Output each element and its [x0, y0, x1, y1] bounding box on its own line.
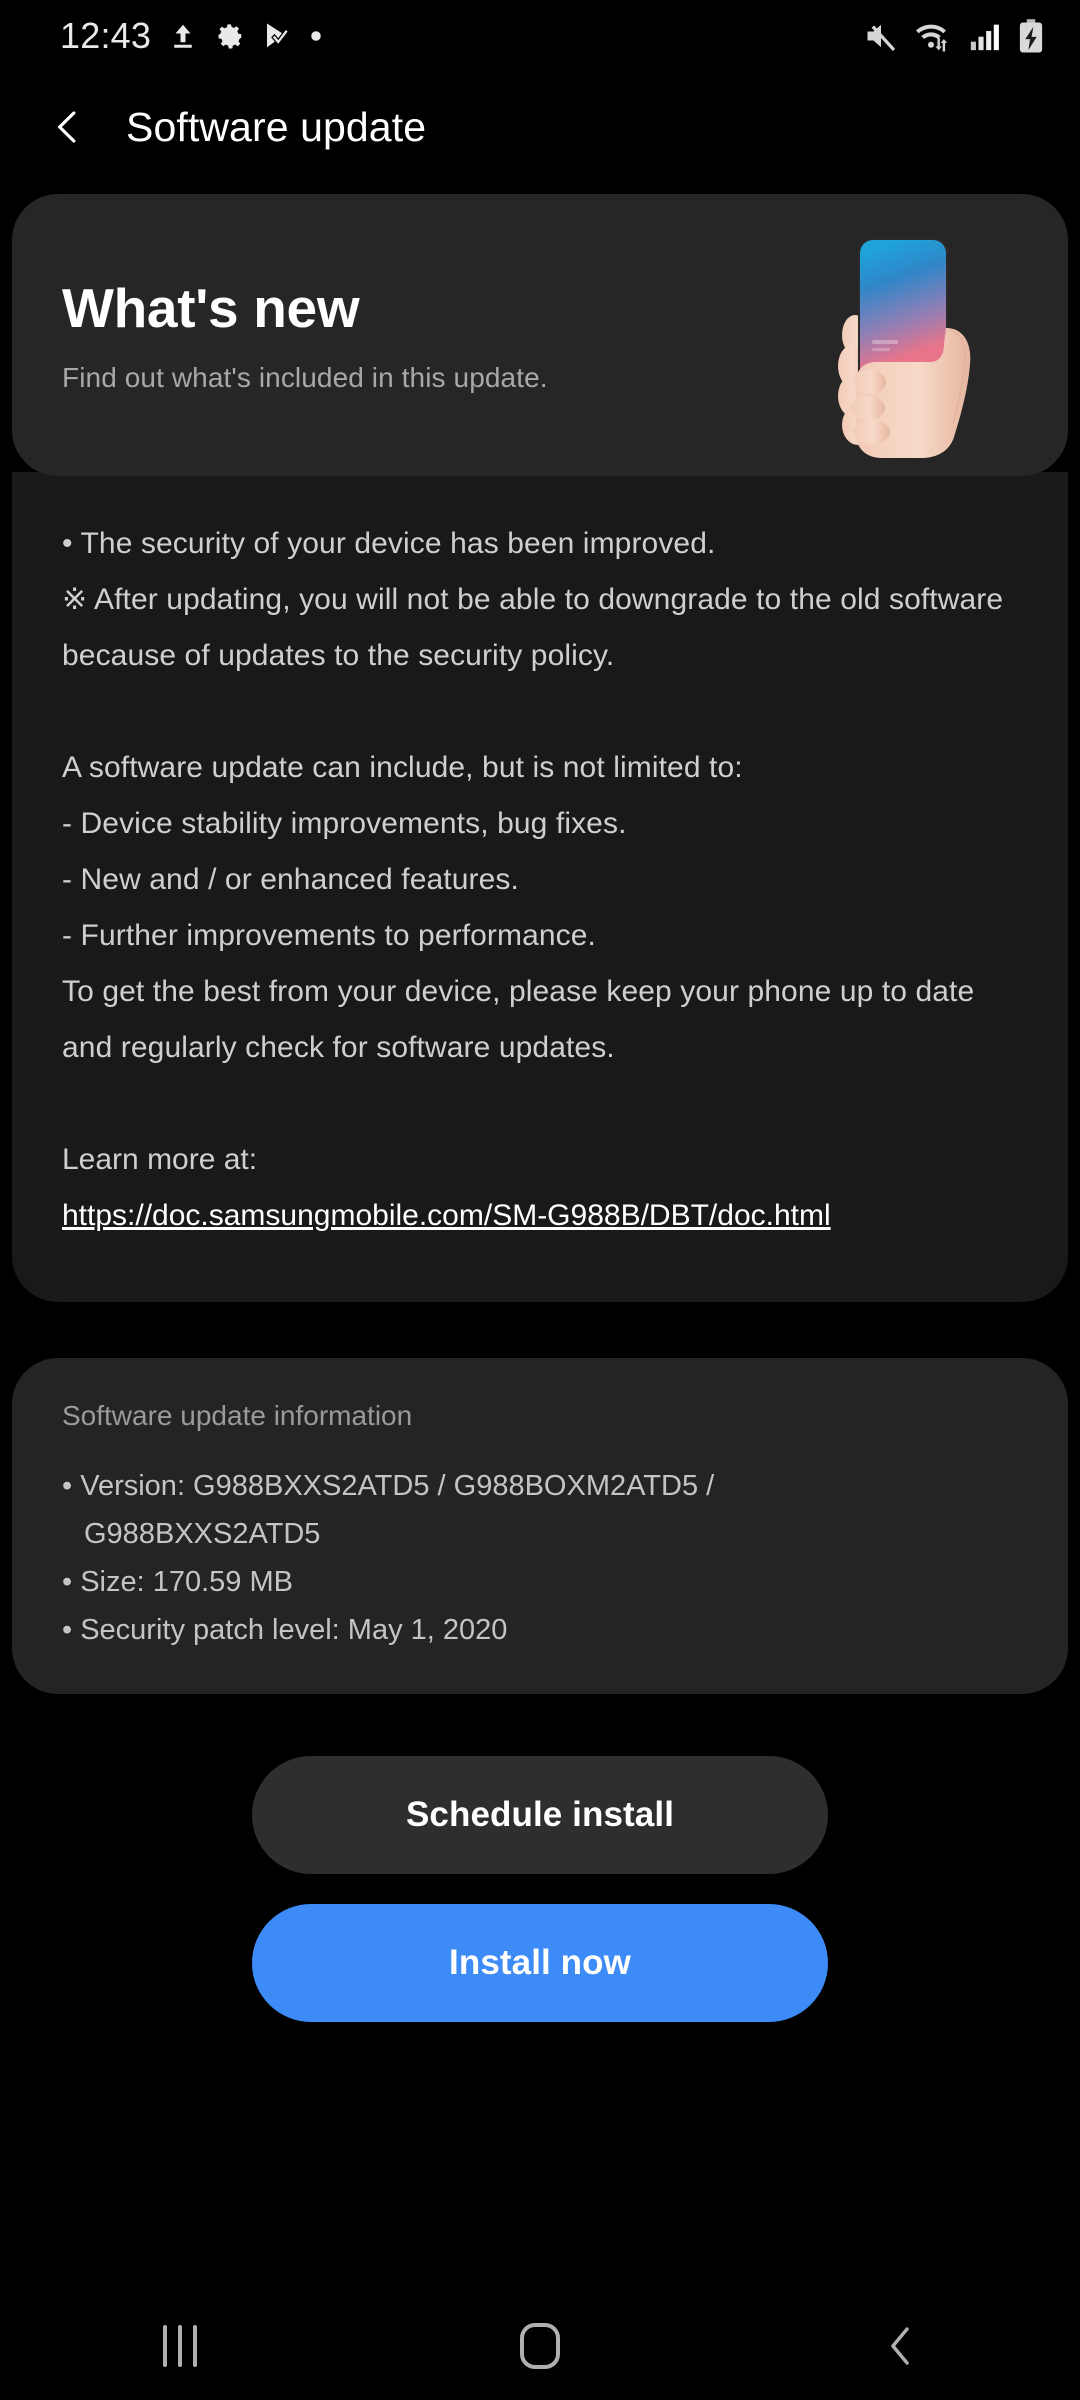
play-store-check-icon: [267, 23, 290, 48]
banner-subtitle: Find out what's included in this update.: [62, 362, 548, 393]
back-icon: [891, 2327, 909, 2365]
back-nav-button[interactable]: [810, 2292, 990, 2400]
version-line: • Version: G988BXXS2ATD5 / G988BOXM2ATD5…: [62, 1470, 715, 1502]
learn-more-label: Learn more at:: [62, 1143, 258, 1176]
status-bar: 12:43: [0, 0, 1080, 72]
info-card-title: Software update information: [62, 1400, 413, 1431]
recents-button[interactable]: [90, 2292, 270, 2400]
dot-icon: [311, 31, 321, 41]
home-button[interactable]: [450, 2292, 630, 2400]
release-note-line: To get the best from your device, please…: [62, 975, 975, 1064]
security-patch-line: • Security patch level: May 1, 2020: [62, 1614, 508, 1646]
banner-text-group: What's new Find out what's included in t…: [62, 276, 548, 394]
release-note-line: - Further improvements to performance.: [62, 919, 596, 952]
version-line-continued: G988BXXS2ATD5: [84, 1518, 321, 1550]
signal-bars-icon: [970, 24, 999, 51]
recents-icon: [163, 2325, 197, 2367]
navigation-bar: [0, 2292, 1080, 2400]
app-bar: Software update: [0, 72, 1080, 182]
release-note-line: - New and / or enhanced features.: [62, 863, 519, 896]
banner-title: What's new: [62, 277, 360, 339]
schedule-install-button[interactable]: Schedule install: [252, 1756, 828, 1874]
back-button[interactable]: [48, 107, 88, 147]
size-line: • Size: 170.59 MB: [62, 1566, 293, 1598]
release-note-line: ※ After updating, you will not be able t…: [62, 583, 1004, 672]
status-bar-left: 12:43: [60, 15, 323, 57]
learn-more-link[interactable]: https://doc.samsungmobile.com/SM-G988B/D…: [62, 1199, 831, 1232]
battery-charging-icon: [1019, 19, 1043, 53]
gear-icon: [218, 24, 242, 49]
page-title: Software update: [126, 103, 427, 150]
whats-new-banner: What's new Find out what's included in t…: [12, 194, 1068, 476]
release-notes-card: • The security of your device has been i…: [12, 472, 1068, 1302]
status-bar-right: [862, 18, 1046, 54]
release-note-line: A software update can include, but is no…: [62, 751, 743, 784]
release-note-line: - Device stability improvements, bug fix…: [62, 807, 627, 840]
status-bar-clock: 12:43: [60, 15, 152, 56]
action-buttons: Schedule install Install now: [0, 1756, 1080, 2022]
mute-icon: [867, 24, 896, 52]
hand-holding-phone-illustration: [838, 238, 971, 458]
release-note-line: • The security of your device has been i…: [62, 527, 716, 560]
home-icon: [520, 2323, 560, 2369]
wifi-transfer-icon: [916, 24, 948, 52]
software-update-information-card: Software update information • Version: G…: [12, 1358, 1068, 1694]
install-now-button[interactable]: Install now: [252, 1904, 828, 2022]
upload-icon: [174, 24, 192, 48]
